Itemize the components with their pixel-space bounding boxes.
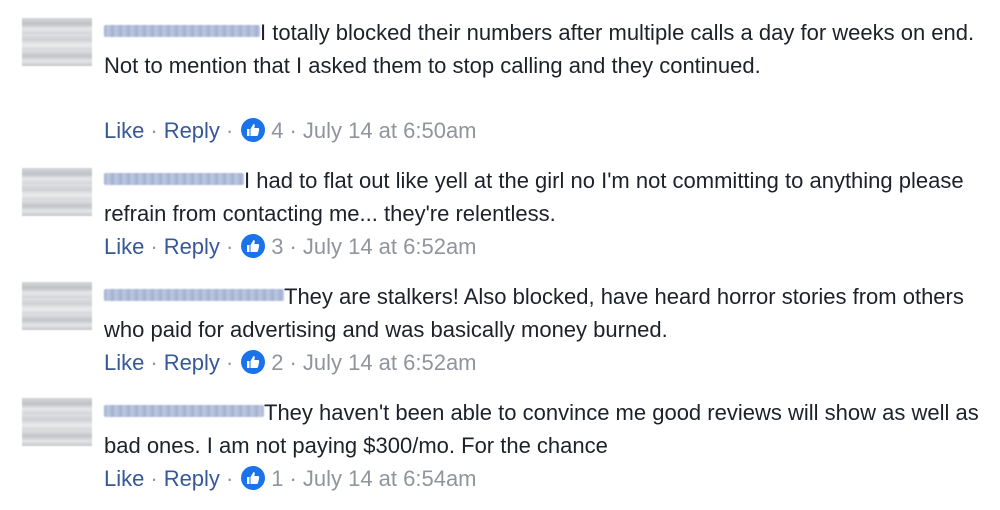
separator: · <box>225 350 234 375</box>
separator: · <box>289 234 297 259</box>
avatar[interactable] <box>22 18 92 66</box>
comment-actions: Like · Reply · 3 · July 14 at 6:52am <box>104 232 477 262</box>
separator: · <box>150 350 158 375</box>
comment-body: They are stalkers! Also blocked, have he… <box>104 280 980 346</box>
like-link[interactable]: Like <box>104 234 144 259</box>
separator: · <box>225 234 234 259</box>
separator: · <box>289 118 297 143</box>
comment-body: I totally blocked their numbers after mu… <box>104 16 980 82</box>
comment-timestamp[interactable]: July 14 at 6:54am <box>303 466 477 491</box>
like-link[interactable]: Like <box>104 118 144 143</box>
like-link[interactable]: Like <box>104 350 144 375</box>
separator: · <box>150 466 158 491</box>
comment-actions: Like · Reply · 4 · July 14 at 6:50am <box>104 116 477 146</box>
thumbs-up-icon[interactable] <box>241 466 266 490</box>
comment-actions: Like · Reply · 1 · July 14 at 6:54am <box>104 464 477 494</box>
reply-link[interactable]: Reply <box>164 466 220 491</box>
reaction-count[interactable]: 3 <box>271 234 283 259</box>
avatar[interactable] <box>22 168 92 216</box>
reaction-count[interactable]: 4 <box>271 118 283 143</box>
avatar[interactable] <box>22 282 92 330</box>
separator: · <box>289 350 297 375</box>
reply-link[interactable]: Reply <box>164 234 220 259</box>
comment-actions: Like · Reply · 2 · July 14 at 6:52am <box>104 348 477 378</box>
thumbs-up-icon[interactable] <box>241 118 266 142</box>
comment-body: I had to flat out like yell at the girl … <box>104 164 980 230</box>
commenter-name[interactable] <box>104 25 260 37</box>
commenter-name[interactable] <box>104 405 264 417</box>
reply-link[interactable]: Reply <box>164 118 220 143</box>
thumbs-up-icon[interactable] <box>241 350 266 374</box>
separator: · <box>150 234 158 259</box>
like-link[interactable]: Like <box>104 466 144 491</box>
comment-body: They haven't been able to convince me go… <box>104 396 980 462</box>
commenter-name[interactable] <box>104 173 244 185</box>
comment-timestamp[interactable]: July 14 at 6:50am <box>303 118 477 143</box>
avatar[interactable] <box>22 398 92 446</box>
separator: · <box>289 466 297 491</box>
reaction-count[interactable]: 2 <box>271 350 283 375</box>
comment-timestamp[interactable]: July 14 at 6:52am <box>303 234 477 259</box>
separator: · <box>225 118 234 143</box>
reaction-count[interactable]: 1 <box>271 466 283 491</box>
commenter-name[interactable] <box>104 289 284 301</box>
thumbs-up-icon[interactable] <box>241 234 266 258</box>
separator: · <box>150 118 158 143</box>
reply-link[interactable]: Reply <box>164 350 220 375</box>
comment-timestamp[interactable]: July 14 at 6:52am <box>303 350 477 375</box>
separator: · <box>225 466 234 491</box>
